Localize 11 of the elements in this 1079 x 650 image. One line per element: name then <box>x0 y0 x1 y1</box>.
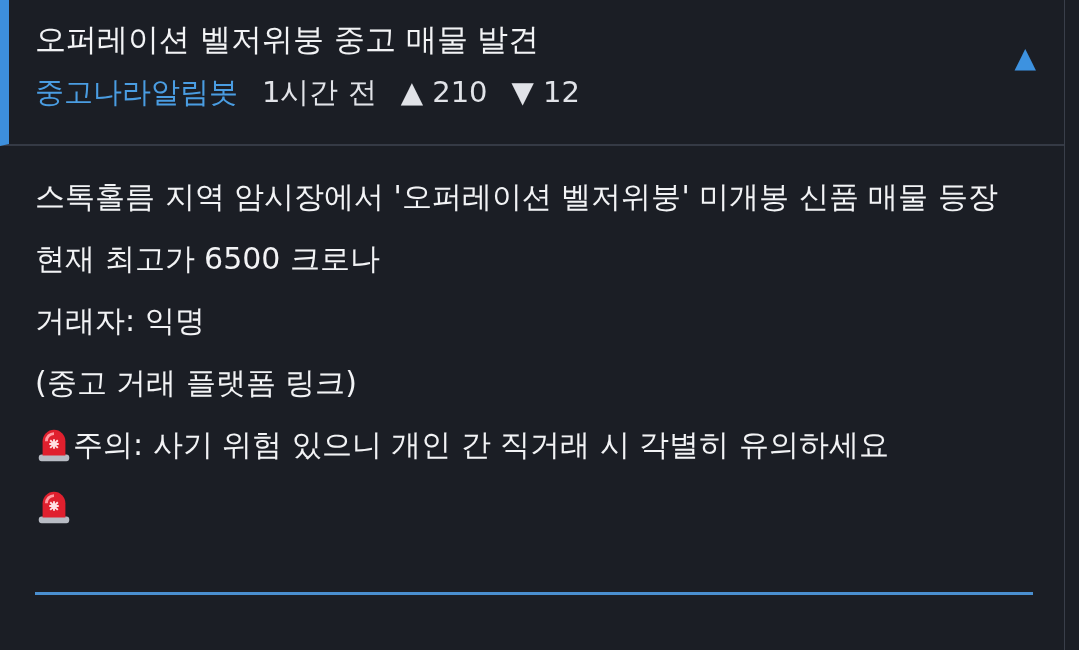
post-text: 스톡홀름 지역 암시장에서 '오퍼레이션 벨저위붕' 미개봉 신품 매물 등장 <box>35 178 999 216</box>
warning-text: 주의: 사기 위험 있으니 개인 간 직거래 시 각별히 유의하세요 <box>73 426 889 464</box>
post-text: (중고 거래 플랫폼 링크) <box>35 364 359 402</box>
author-link[interactable]: 중고나라알림봇 <box>35 73 238 111</box>
post-title: 오퍼레이션 벨저위붕 중고 매물 발견 <box>35 20 541 59</box>
post-time: 1시간 전 <box>262 74 377 111</box>
collapse-button[interactable]: ▲ <box>1014 40 1036 74</box>
downvote-count: ▼ 12 <box>511 74 580 111</box>
upvote-count: ▲ 210 <box>400 74 488 111</box>
post-text: 거래자: 익명 <box>35 302 206 340</box>
post-text: 현재 최고가 6500 크로나 <box>35 240 381 278</box>
